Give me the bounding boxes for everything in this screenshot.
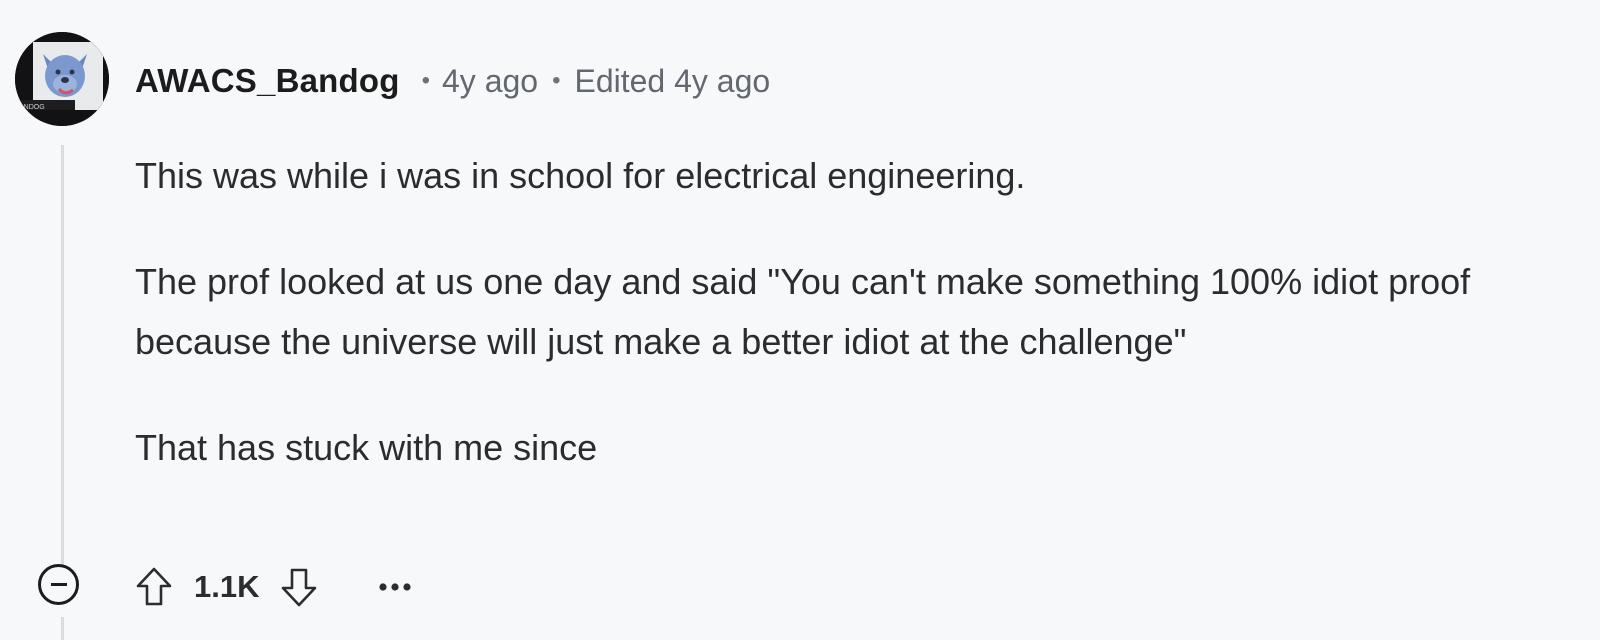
comment-header: AWACS_Bandog • 4y ago • Edited 4y ago bbox=[135, 56, 770, 106]
comment-paragraph: That has stuck with me since bbox=[135, 427, 598, 468]
more-dots-icon bbox=[379, 583, 412, 591]
comment-paragraph: This was while i was in school for elect… bbox=[135, 155, 1026, 196]
edited-label: Edited 4y ago bbox=[574, 62, 771, 99]
collapse-minus-icon bbox=[50, 583, 67, 586]
avatar[interactable]: ANDOG bbox=[15, 32, 109, 126]
comment-paragraph: The prof looked at us one day and said "… bbox=[135, 261, 1471, 362]
collapse-button[interactable] bbox=[38, 564, 79, 605]
meta-separator: • bbox=[552, 67, 561, 94]
thread-line bbox=[61, 145, 64, 567]
downvote-arrow-icon bbox=[282, 568, 317, 607]
author-username[interactable]: AWACS_Bandog bbox=[135, 62, 400, 100]
upvote-button[interactable] bbox=[130, 563, 178, 611]
more-options-button[interactable] bbox=[371, 563, 419, 611]
comment-body: This was while i was in school for elect… bbox=[135, 146, 1555, 478]
meta-separator: • bbox=[421, 67, 430, 94]
downvote-button[interactable] bbox=[275, 563, 323, 611]
upvote-arrow-icon bbox=[136, 567, 172, 606]
bulldog-avatar-icon: ANDOG bbox=[15, 32, 109, 126]
comment-actions: 1.1K bbox=[130, 562, 419, 612]
thread-line-tail bbox=[61, 617, 64, 640]
avatar-caption: ANDOG bbox=[19, 104, 45, 111]
comment-age: 4y ago bbox=[442, 62, 539, 99]
vote-score: 1.1K bbox=[194, 569, 260, 604]
